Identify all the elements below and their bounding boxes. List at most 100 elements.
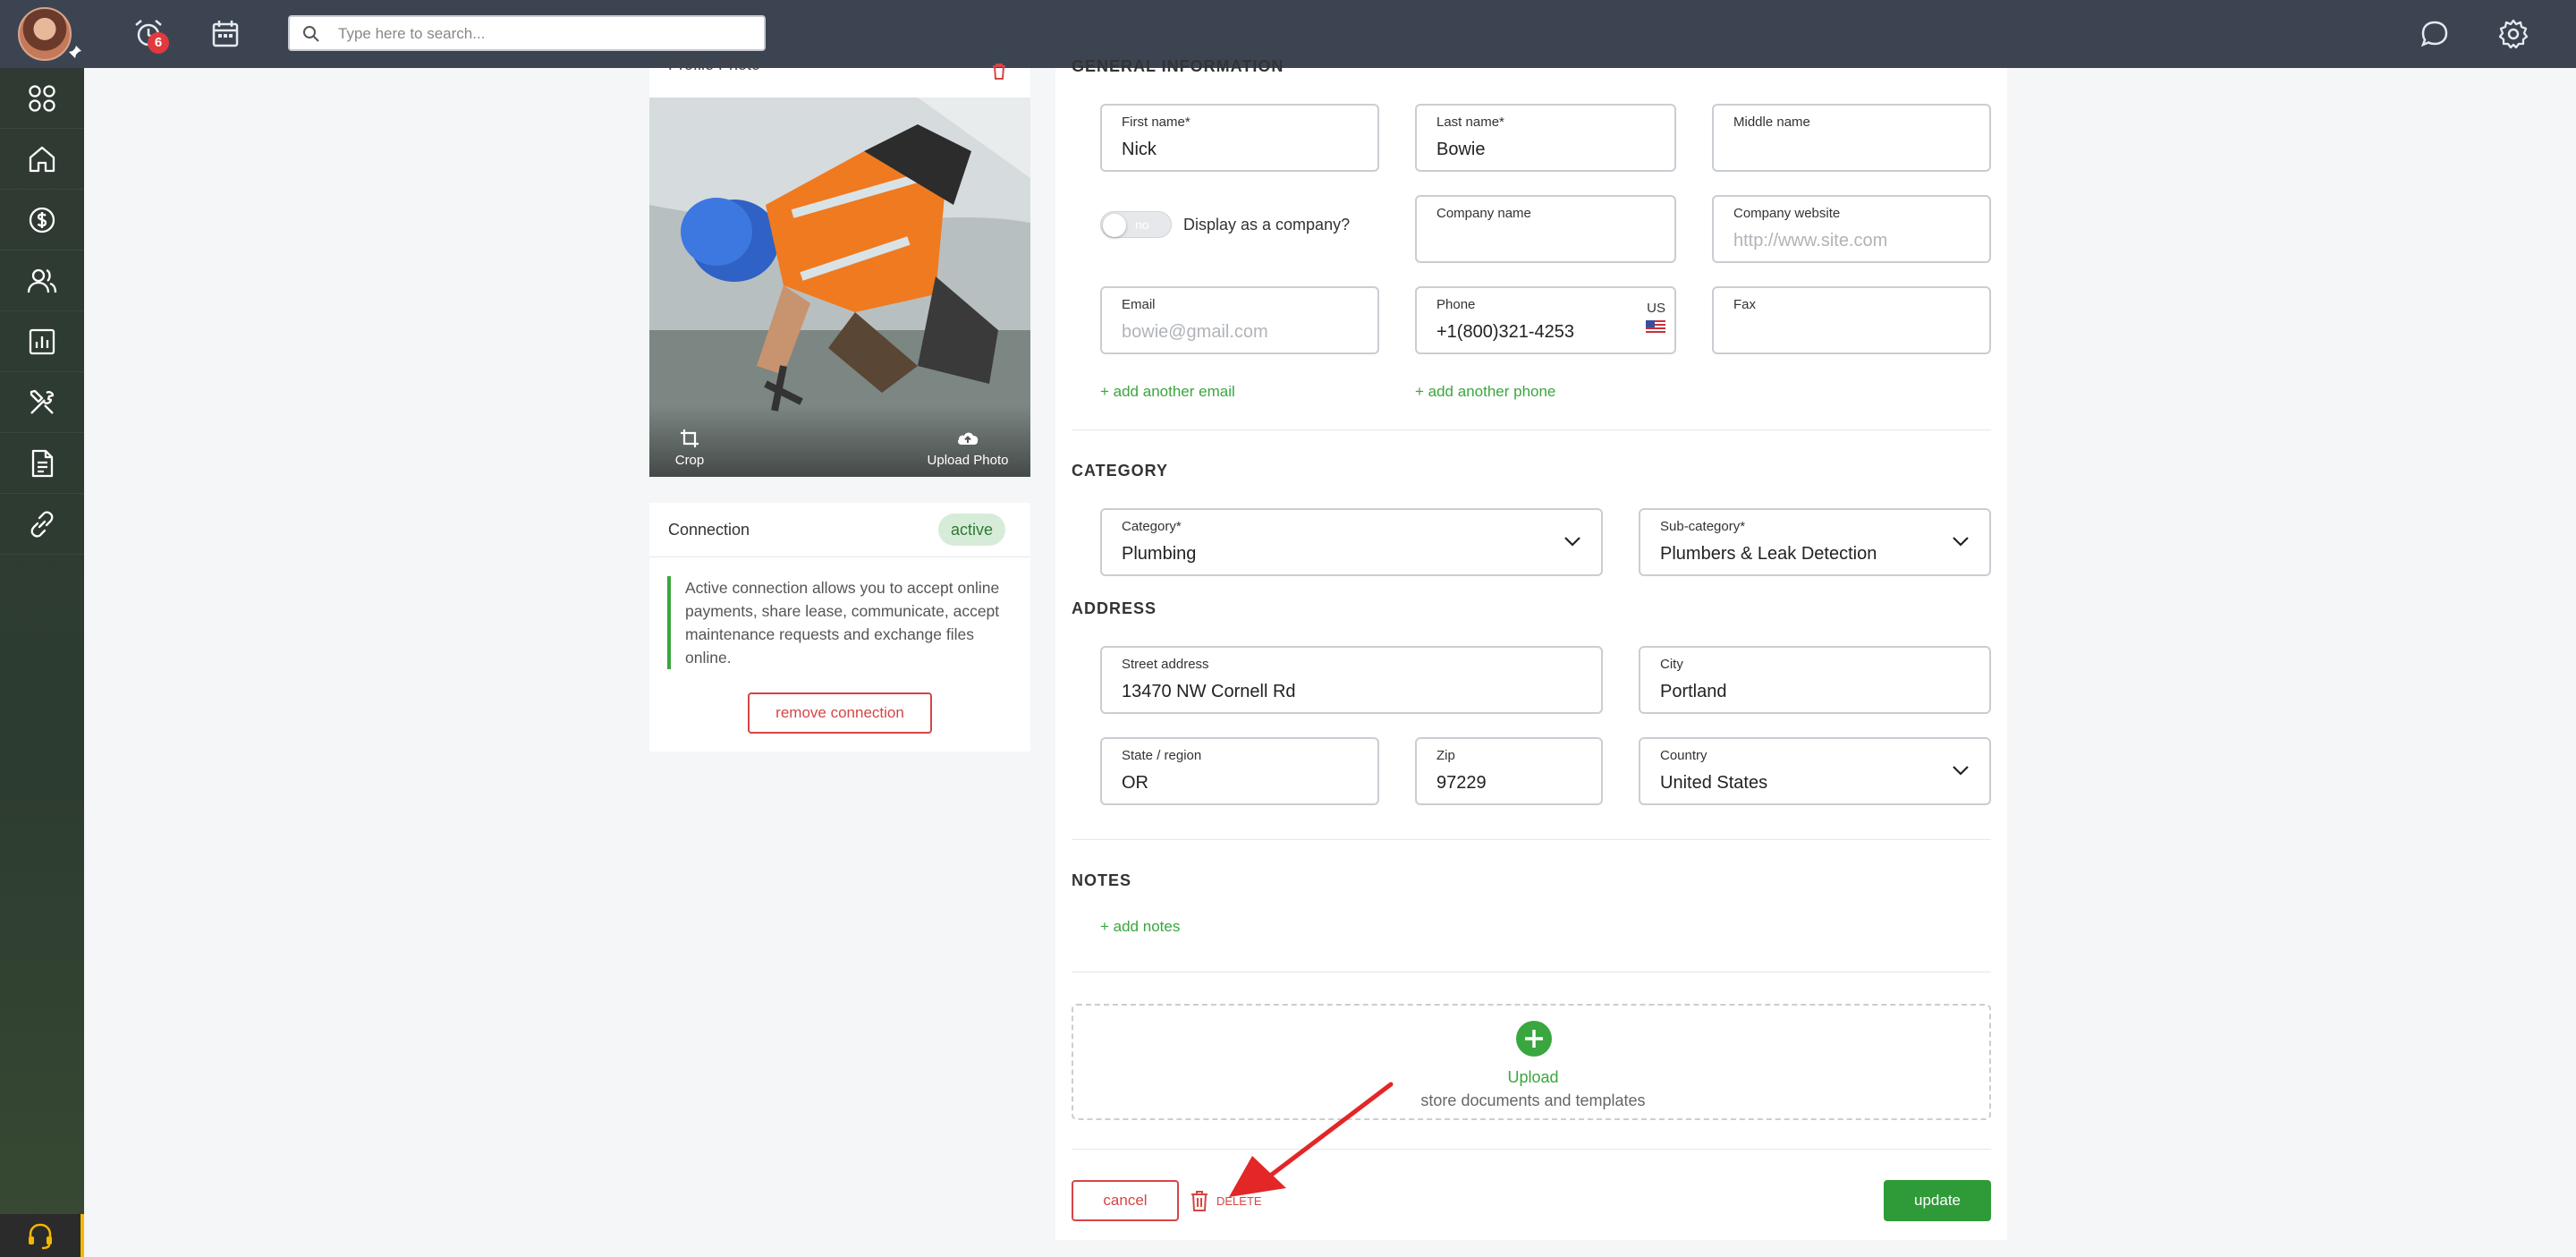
country-value: United States [1660, 773, 1768, 793]
company-website-placeholder: http://www.site.com [1733, 231, 1888, 251]
apps-grid-icon [29, 84, 55, 112]
toggle-knob [1103, 214, 1126, 237]
profile-photo-card: Profile Photo Crop Upload Photo [649, 55, 1030, 477]
phone-country-code[interactable]: US [1647, 301, 1665, 316]
connection-title: Connection [668, 521, 750, 539]
crop-icon [681, 429, 699, 447]
phone-value: +1(800)321-4253 [1436, 322, 1575, 342]
link-icon [30, 510, 54, 538]
help-button[interactable] [0, 1214, 84, 1257]
crop-label: Crop [674, 453, 705, 468]
address-title: ADDRESS [1072, 599, 1157, 617]
connection-status-badge: active [938, 514, 1006, 546]
street-address-field[interactable]: Street address 13470 NW Cornell Rd [1100, 646, 1603, 714]
sidebar-item-reports[interactable] [0, 311, 84, 372]
divider [1072, 429, 1991, 430]
first-name-field[interactable]: First name* Nick [1100, 104, 1379, 172]
upload-title: Upload [1507, 1068, 1559, 1086]
sidebar-item-maintenance[interactable] [0, 372, 84, 433]
middle-name-field[interactable]: Middle name [1712, 104, 1991, 172]
last-name-value: Bowie [1436, 140, 1486, 159]
subcategory-label: Sub-category* [1660, 519, 1746, 534]
divider [1072, 839, 1991, 840]
sidebar-item-connections[interactable] [0, 494, 84, 555]
category-title: CATEGORY [1072, 462, 1169, 480]
upload-subtitle: store documents and templates [1420, 1091, 1646, 1109]
plus-circle-icon [1516, 1021, 1552, 1057]
sidebar-item-home[interactable] [0, 129, 84, 190]
category-value: Plumbing [1122, 544, 1197, 564]
state-field[interactable]: State / region OR [1100, 737, 1379, 805]
connection-card: Connection active Active connection allo… [649, 503, 1030, 752]
home-icon [29, 146, 55, 172]
divider [649, 556, 1030, 557]
pin-icon [69, 46, 81, 58]
email-field[interactable]: Email bowie@gmail.com [1100, 286, 1379, 354]
add-email-link[interactable]: + add another email [1100, 383, 1235, 401]
email-placeholder: bowie@gmail.com [1122, 322, 1268, 342]
sidebar-item-payments[interactable] [0, 190, 84, 251]
chevron-down-icon [1953, 537, 1969, 547]
add-phone-link[interactable]: + add another phone [1415, 383, 1555, 401]
notification-badge: 6 [148, 32, 169, 54]
fax-field[interactable]: Fax [1712, 286, 1991, 354]
first-name-value: Nick [1122, 140, 1157, 159]
state-value: OR [1122, 773, 1148, 793]
subcategory-select[interactable]: Sub-category* Plumbers & Leak Detection [1639, 508, 1991, 576]
zip-field[interactable]: Zip 97229 [1415, 737, 1603, 805]
chat-icon[interactable] [2417, 16, 2453, 52]
document-icon [31, 449, 54, 477]
search-box[interactable] [288, 15, 766, 51]
zip-label: Zip [1436, 748, 1455, 763]
upload-dropzone[interactable]: Upload store documents and templates [1072, 1004, 1991, 1120]
upload-photo-label: Upload Photo [927, 453, 1009, 468]
last-name-field[interactable]: Last name* Bowie [1415, 104, 1676, 172]
gear-icon[interactable] [2496, 16, 2531, 52]
chevron-down-icon [1953, 766, 1969, 776]
street-address-value: 13470 NW Cornell Rd [1122, 682, 1296, 701]
profile-photo-title: Profile Photo [668, 55, 761, 73]
update-button[interactable]: update [1884, 1180, 1991, 1221]
city-label: City [1660, 657, 1683, 672]
sidebar-item-apps[interactable] [0, 68, 84, 129]
sidebar [0, 68, 84, 1257]
toggle-state: no [1135, 217, 1149, 232]
annotation-arrow [1229, 1082, 1394, 1197]
email-label: Email [1122, 297, 1156, 312]
company-name-field[interactable]: Company name [1415, 195, 1676, 263]
phone-label: Phone [1436, 297, 1476, 312]
company-name-label: Company name [1436, 206, 1531, 221]
chevron-down-icon [1564, 537, 1580, 547]
category-select[interactable]: Category* Plumbing [1100, 508, 1603, 576]
company-toggle[interactable]: no [1100, 211, 1172, 238]
notes-title: NOTES [1072, 871, 1132, 889]
middle-name-label: Middle name [1733, 115, 1810, 130]
contact-form: GENERAL INFORMATION First name* Nick Las… [1055, 57, 2007, 1240]
search-input[interactable] [338, 22, 750, 46]
crop-button[interactable]: Crop [667, 428, 712, 468]
us-flag-icon [1646, 320, 1665, 333]
first-name-label: First name* [1122, 115, 1191, 130]
city-field[interactable]: City Portland [1639, 646, 1991, 714]
users-icon [27, 268, 57, 293]
dollar-circle-icon [29, 207, 55, 233]
calendar-icon[interactable] [208, 16, 243, 52]
city-value: Portland [1660, 682, 1727, 701]
subcategory-value: Plumbers & Leak Detection [1660, 544, 1877, 564]
user-avatar[interactable] [18, 7, 72, 61]
trash-icon[interactable] [989, 61, 1009, 81]
street-address-label: Street address [1122, 657, 1209, 672]
company-website-field[interactable]: Company website http://www.site.com [1712, 195, 1991, 263]
country-select[interactable]: Country United States [1639, 737, 1991, 805]
upload-photo-button[interactable]: Upload Photo [914, 428, 1021, 468]
sidebar-item-documents[interactable] [0, 433, 84, 494]
add-notes-link[interactable]: + add notes [1100, 918, 1180, 936]
top-bar: 6 [0, 0, 2576, 68]
last-name-label: Last name* [1436, 115, 1504, 130]
phone-field[interactable]: Phone +1(800)321-4253 US [1415, 286, 1676, 354]
cancel-button[interactable]: cancel [1072, 1180, 1179, 1221]
remove-connection-button[interactable]: remove connection [748, 692, 932, 734]
sidebar-item-contacts[interactable] [0, 251, 84, 311]
company-toggle-label: Display as a company? [1183, 216, 1351, 234]
profile-photo: Crop Upload Photo [649, 98, 1030, 477]
